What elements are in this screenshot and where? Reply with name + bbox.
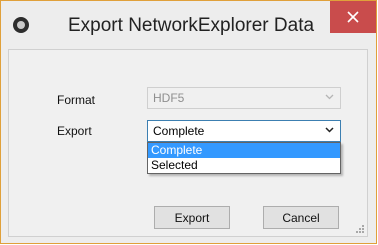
window-title: Export NetworkExplorer Data: [68, 15, 315, 36]
export-dialog: Export NetworkExplorer Data Format HDF5 …: [0, 0, 377, 244]
chevron-down-icon: [325, 127, 334, 133]
export-button[interactable]: Export: [154, 206, 230, 229]
dropdown-option-selected[interactable]: Selected: [148, 158, 340, 173]
export-select-value: Complete: [153, 124, 205, 138]
close-icon: [347, 11, 359, 23]
title-bar[interactable]: Export NetworkExplorer Data: [1, 1, 376, 49]
dropdown-option-complete[interactable]: Complete: [148, 143, 340, 158]
close-button[interactable]: [330, 1, 376, 33]
resize-grip-icon[interactable]: [355, 224, 365, 234]
networkexplorer-icon[interactable]: [13, 17, 29, 33]
export-dropdown-list: Complete Selected: [147, 142, 341, 174]
cancel-button[interactable]: Cancel: [263, 206, 339, 229]
export-label: Export: [57, 124, 92, 138]
chevron-down-icon: [325, 94, 334, 100]
format-select-value: HDF5: [153, 91, 185, 105]
format-select[interactable]: HDF5: [147, 87, 341, 109]
dialog-body: Format HDF5 Export Complete Complete Sel…: [8, 49, 368, 237]
format-label: Format: [57, 93, 96, 107]
export-select[interactable]: Complete: [147, 120, 341, 142]
